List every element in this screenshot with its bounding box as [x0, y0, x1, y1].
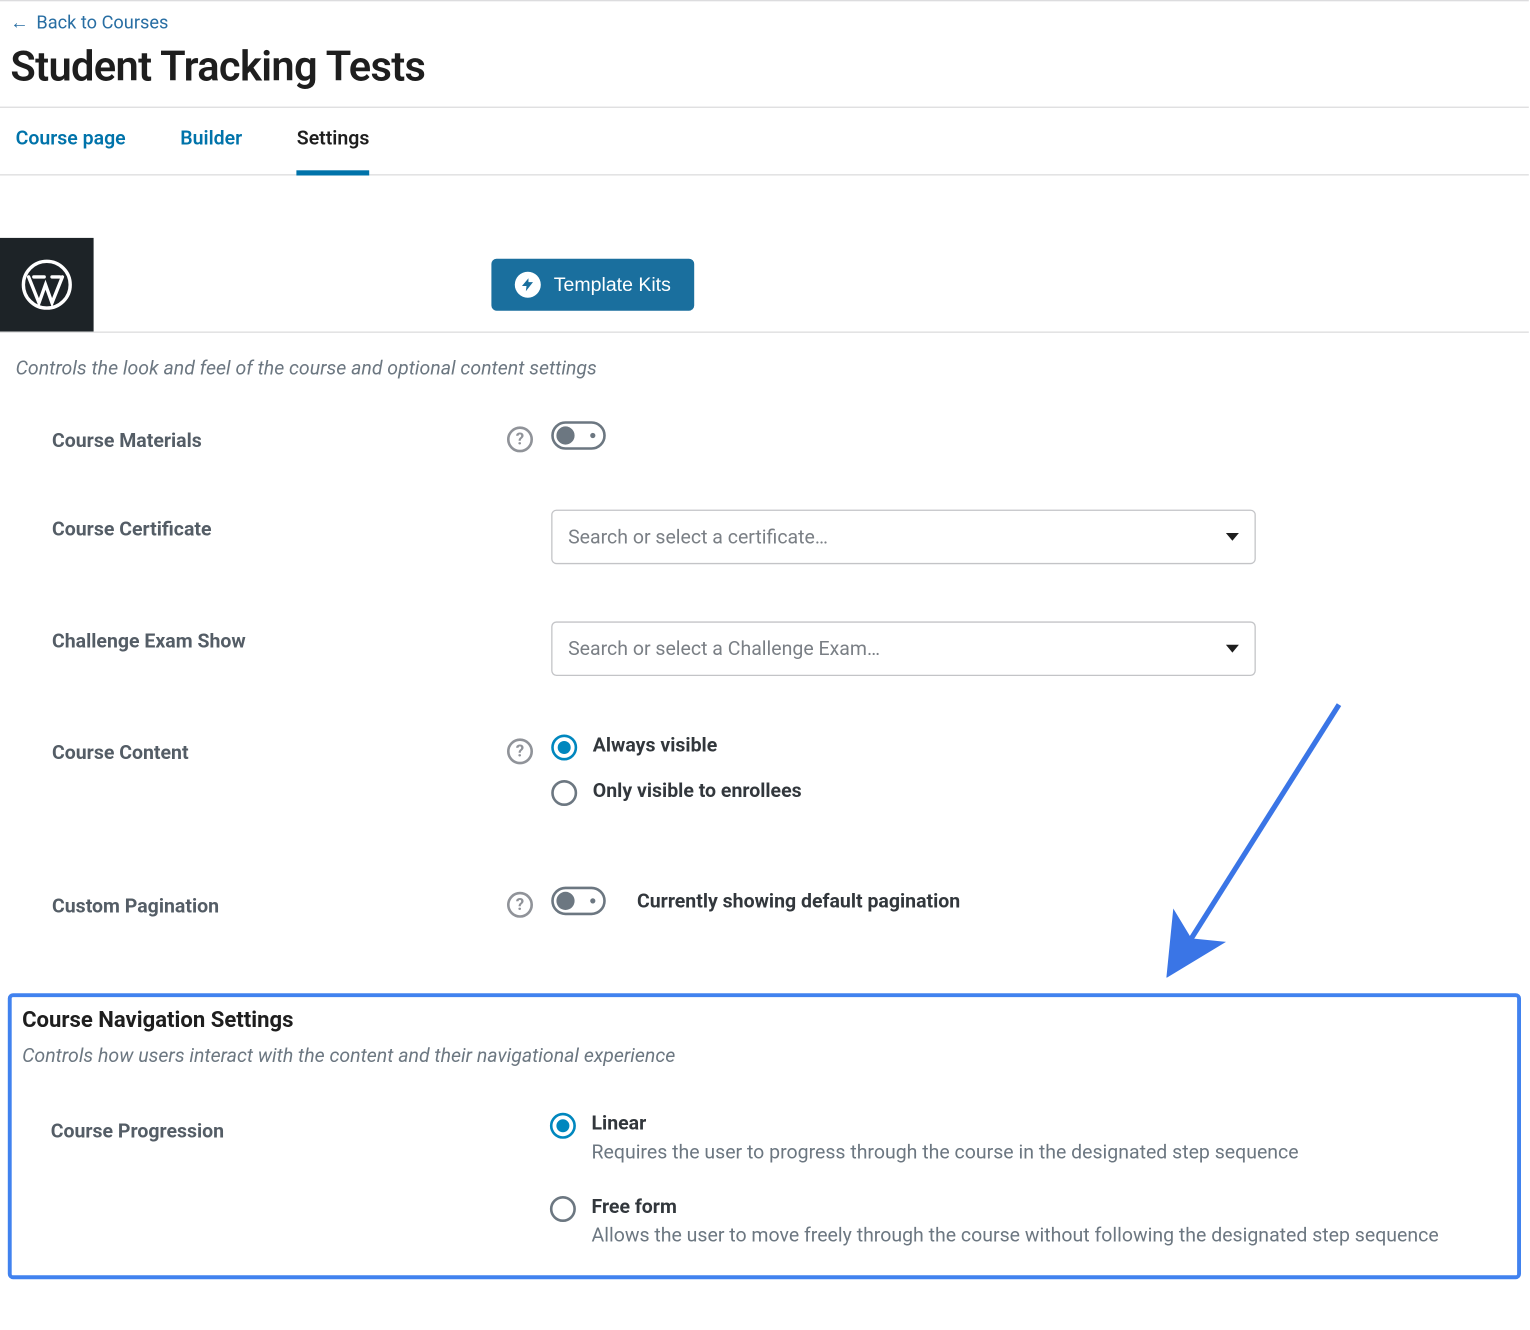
nav-section-title: Course Navigation Settings	[12, 997, 1517, 1033]
radio-content-enrollees-only[interactable]	[551, 780, 577, 806]
label-challenge-exam: Challenge Exam Show	[13, 621, 489, 652]
radio-label-always-visible: Always visible	[593, 733, 717, 756]
arrow-left-icon: ←	[10, 12, 28, 34]
help-icon[interactable]: ?	[507, 892, 533, 918]
select-placeholder: Search or select a Challenge Exam…	[568, 637, 880, 660]
admin-bar: Template Kits	[0, 238, 1529, 333]
bolt-icon	[515, 272, 541, 298]
label-course-materials: Course Materials	[13, 421, 489, 452]
template-kits-label: Template Kits	[554, 274, 671, 296]
display-section-description: Controls the look and feel of the course…	[0, 333, 1529, 393]
help-icon[interactable]: ?	[507, 426, 533, 452]
radio-label-enrollees-only: Only visible to enrollees	[593, 779, 802, 802]
tab-builder[interactable]: Builder	[180, 108, 242, 176]
select-challenge-exam[interactable]: Search or select a Challenge Exam…	[551, 621, 1256, 676]
radio-progression-free-form[interactable]	[550, 1196, 576, 1222]
radio-desc-linear: Requires the user to progress through th…	[592, 1140, 1299, 1163]
tab-bar: Course page Builder Settings	[0, 107, 1529, 176]
row-course-certificate: Course Certificate Search or select a ce…	[13, 481, 1516, 593]
back-link-text: Back to Courses	[36, 12, 168, 33]
chevron-down-icon	[1226, 533, 1239, 541]
select-course-certificate[interactable]: Search or select a certificate…	[551, 510, 1256, 565]
radio-progression-linear[interactable]	[550, 1113, 576, 1139]
toggle-custom-pagination[interactable]	[551, 887, 606, 916]
row-custom-pagination: Custom Pagination ? Currently showing de…	[13, 835, 1516, 947]
pagination-status-text: Currently showing default pagination	[637, 889, 960, 912]
page-title: Student Tracking Tests	[10, 42, 1518, 91]
radio-label-free-form: Free form	[592, 1195, 1439, 1218]
tab-settings[interactable]: Settings	[297, 108, 370, 176]
label-course-certificate: Course Certificate	[13, 510, 489, 541]
radio-content-always-visible[interactable]	[551, 735, 577, 761]
row-course-content: Course Content ? Always visible Only vis…	[13, 705, 1516, 835]
back-to-courses-link[interactable]: ← Back to Courses	[10, 12, 168, 34]
label-custom-pagination: Custom Pagination	[13, 887, 489, 918]
course-navigation-settings-panel: Course Navigation Settings Controls how …	[8, 993, 1521, 1279]
wordpress-logo-icon[interactable]	[0, 238, 94, 332]
radio-desc-free-form: Allows the user to move freely through t…	[592, 1223, 1439, 1246]
label-course-content: Course Content	[13, 733, 489, 764]
toggle-course-materials[interactable]	[551, 421, 606, 450]
row-challenge-exam: Challenge Exam Show Search or select a C…	[13, 593, 1516, 705]
chevron-down-icon	[1226, 645, 1239, 653]
radio-label-linear: Linear	[592, 1112, 1299, 1135]
tab-course-page[interactable]: Course page	[16, 108, 126, 176]
label-course-progression: Course Progression	[12, 1112, 488, 1143]
row-course-materials: Course Materials ?	[13, 393, 1516, 481]
template-kits-button[interactable]: Template Kits	[491, 259, 694, 311]
help-icon[interactable]: ?	[507, 738, 533, 764]
nav-section-description: Controls how users interact with the con…	[12, 1034, 1517, 1073]
select-placeholder: Search or select a certificate…	[568, 525, 828, 548]
